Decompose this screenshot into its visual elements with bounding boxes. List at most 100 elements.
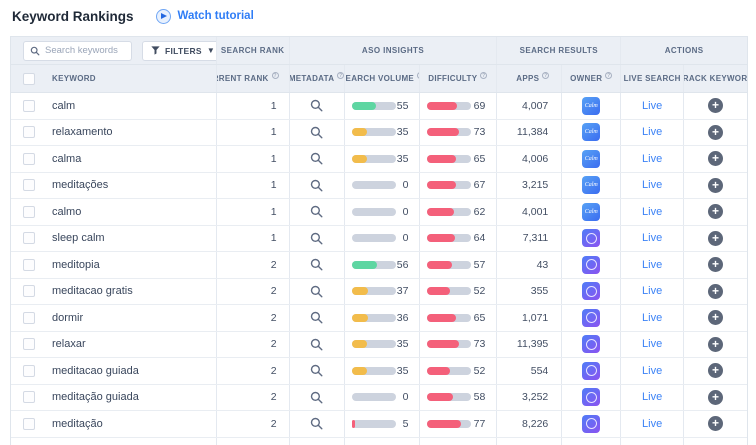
row-checkbox[interactable] (23, 417, 35, 430)
col-search-volume[interactable]: SEARCH VOLUME? (345, 65, 421, 92)
keyword-label[interactable]: relaxamento (52, 126, 113, 138)
metadata-search-icon[interactable] (310, 179, 323, 192)
metadata-search-icon[interactable] (310, 285, 323, 298)
metadata-search-icon[interactable] (310, 232, 323, 245)
row-checkbox[interactable] (23, 179, 35, 192)
owner-app-icon[interactable] (582, 335, 601, 354)
info-icon[interactable]: ? (605, 72, 613, 79)
live-search-link[interactable]: Live (642, 418, 662, 430)
live-search-link[interactable]: Live (642, 206, 662, 218)
select-all-checkbox[interactable] (23, 72, 35, 85)
track-keyword-add-button[interactable]: + (708, 283, 724, 299)
owner-app-icon[interactable] (582, 176, 601, 195)
search-keywords-input[interactable] (45, 45, 125, 56)
info-icon[interactable]: ? (480, 72, 488, 79)
metadata-search-icon[interactable] (310, 311, 323, 324)
info-icon[interactable]: ? (542, 72, 550, 79)
owner-app-icon[interactable] (582, 414, 601, 433)
owner-app-icon[interactable] (582, 308, 601, 327)
col-keyword[interactable]: KEYWORD (52, 74, 96, 83)
metadata-search-icon[interactable] (310, 417, 323, 430)
row-checkbox[interactable] (23, 126, 35, 139)
search-keywords-box[interactable] (23, 40, 132, 61)
row-checkbox[interactable] (23, 311, 35, 324)
row-checkbox[interactable] (23, 99, 35, 112)
col-difficulty[interactable]: DIFFICULTY? (420, 65, 498, 92)
track-keyword-add-button[interactable]: + (708, 177, 724, 193)
keyword-label[interactable]: calmo (52, 206, 81, 218)
row-checkbox[interactable] (23, 391, 35, 404)
live-search-link[interactable]: Live (642, 312, 662, 324)
funnel-icon (151, 46, 160, 55)
metadata-search-icon[interactable] (310, 364, 323, 377)
col-apps[interactable]: APPS? (497, 65, 563, 92)
owner-app-icon[interactable] (582, 202, 601, 221)
keyword-label[interactable]: meditações (52, 179, 108, 191)
track-keyword-add-button[interactable]: + (708, 257, 724, 273)
play-icon[interactable] (155, 8, 171, 24)
keyword-label[interactable]: sleep calm (52, 232, 105, 244)
row-checkbox[interactable] (23, 205, 35, 218)
live-search-link[interactable]: Live (642, 179, 662, 191)
search-volume-value: 35 (396, 338, 409, 351)
row-checkbox[interactable] (23, 258, 35, 271)
live-search-link[interactable]: Live (642, 126, 662, 138)
owner-app-icon[interactable] (582, 388, 601, 407)
row-checkbox[interactable] (23, 285, 35, 298)
live-search-link[interactable]: Live (642, 365, 662, 377)
live-search-link[interactable]: Live (642, 285, 662, 297)
keyword-label[interactable]: relaxar (52, 338, 86, 350)
filters-button[interactable]: FILTERS ▼ (142, 40, 216, 61)
track-keyword-add-button[interactable]: + (708, 416, 724, 432)
metadata-search-icon[interactable] (310, 99, 323, 112)
group-actions: ACTIONS (664, 46, 704, 55)
keyword-label[interactable]: calma (52, 153, 81, 165)
row-checkbox[interactable] (23, 364, 35, 377)
metadata-search-icon[interactable] (310, 152, 323, 165)
keyword-label[interactable]: meditação (52, 418, 103, 430)
live-search-link[interactable]: Live (642, 100, 662, 112)
live-search-link[interactable]: Live (642, 232, 662, 244)
owner-app-icon[interactable] (582, 149, 601, 168)
owner-app-icon[interactable] (582, 361, 601, 380)
track-keyword-add-button[interactable]: + (708, 336, 724, 352)
track-keyword-add-button[interactable]: + (708, 98, 724, 114)
info-icon[interactable]: ? (271, 72, 279, 79)
keyword-label[interactable]: calm (52, 100, 75, 112)
col-owner[interactable]: OWNER? (562, 65, 622, 92)
live-search-link[interactable]: Live (642, 259, 662, 271)
info-icon[interactable]: ? (337, 72, 344, 79)
track-keyword-add-button[interactable]: + (708, 363, 724, 379)
track-keyword-add-button[interactable]: + (708, 230, 724, 246)
current-rank-value: 1 (270, 232, 277, 245)
live-search-link[interactable]: Live (642, 153, 662, 165)
owner-app-icon[interactable] (582, 229, 601, 248)
track-keyword-add-button[interactable]: + (708, 310, 724, 326)
owner-app-icon[interactable] (582, 255, 601, 274)
row-checkbox[interactable] (23, 338, 35, 351)
metadata-search-icon[interactable] (310, 258, 323, 271)
metadata-search-icon[interactable] (310, 205, 323, 218)
live-search-link[interactable]: Live (642, 391, 662, 403)
keyword-label[interactable]: meditacao gratis (52, 285, 133, 297)
row-checkbox[interactable] (23, 232, 35, 245)
track-keyword-add-button[interactable]: + (708, 151, 724, 167)
row-checkbox[interactable] (23, 152, 35, 165)
owner-app-icon[interactable] (582, 123, 601, 142)
col-metadata[interactable]: METADATA? (290, 65, 345, 92)
owner-app-icon[interactable] (582, 282, 601, 301)
metadata-search-icon[interactable] (310, 126, 323, 139)
track-keyword-add-button[interactable]: + (708, 124, 724, 140)
metadata-search-icon[interactable] (310, 391, 323, 404)
owner-app-icon[interactable] (582, 96, 601, 115)
keyword-label[interactable]: meditacao guiada (52, 365, 139, 377)
keyword-label[interactable]: meditação guiada (52, 391, 139, 403)
track-keyword-add-button[interactable]: + (708, 389, 724, 405)
watch-tutorial-link[interactable]: Watch tutorial (178, 10, 254, 22)
live-search-link[interactable]: Live (642, 338, 662, 350)
keyword-label[interactable]: dormir (52, 312, 83, 324)
col-current-rank[interactable]: ↑ CURRENT RANK ? (217, 65, 290, 92)
keyword-label[interactable]: meditopia (52, 259, 100, 271)
metadata-search-icon[interactable] (310, 338, 323, 351)
track-keyword-add-button[interactable]: + (708, 204, 724, 220)
